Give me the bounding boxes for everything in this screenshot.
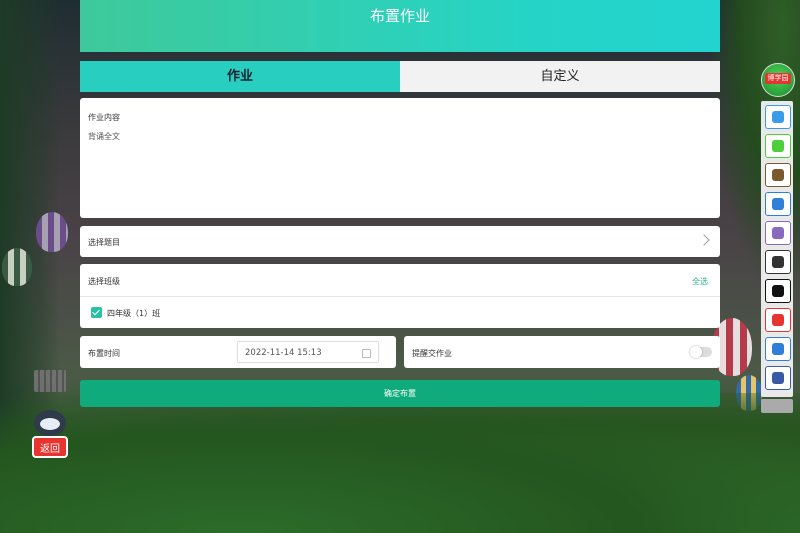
remind-toggle[interactable] [690,346,712,358]
toolbar-home-label: 博学园 [765,73,791,84]
select-topic-row[interactable]: 选择题目 [80,226,720,257]
tab-bar: 作业 自定义 [80,61,720,92]
bo-logo-icon-glyph [772,314,784,326]
chevron-right-icon [698,234,710,246]
tab-custom[interactable]: 自定义 [400,61,720,92]
class-name[interactable]: 四年级（1）班 [107,308,160,319]
balloon-decoration [36,212,68,252]
page-header: 布置作业 [80,0,720,52]
toolbar-drag-handle[interactable] [761,399,793,413]
remind-label: 提醒交作业 [412,349,452,358]
gear-icon-glyph [772,372,784,384]
film-icon[interactable] [765,221,791,245]
select-class-card: 选择班级 全选 四年级（1）班 [80,264,720,328]
homework-content-card[interactable]: 作业内容 背诵全文 [80,98,720,218]
select-all-link[interactable]: 全选 [692,276,708,287]
microphone-icon[interactable] [765,250,791,274]
film-icon-glyph [772,227,784,239]
content-label: 作业内容 [88,113,120,122]
keyboard-icon[interactable] [765,337,791,361]
toolbar-home-button[interactable]: 博学园 [761,63,795,97]
blackboard-icon[interactable] [765,163,791,187]
keyboard-icon[interactable] [34,370,66,392]
background-hills [0,393,800,533]
raccoon-mascot-icon [34,410,66,436]
assign-time-label: 布置时间 [88,349,120,358]
content-text[interactable]: 背诵全文 [88,131,120,142]
divider [80,296,720,297]
record-icon-glyph [772,285,784,297]
gear-icon[interactable] [765,366,791,390]
class-checkbox[interactable] [91,307,102,318]
back-label: 返回 [40,444,60,455]
balloon-decoration [2,248,32,286]
toolbar-tools [761,101,793,397]
confirm-assign-button[interactable]: 确定布置 [80,380,720,407]
back-button[interactable]: 返回 [28,410,72,458]
microphone-icon-glyph [772,256,784,268]
date-time-picker[interactable]: 2022-11-14 15:13 [237,341,379,363]
pen-icon[interactable] [765,134,791,158]
remind-row: 提醒交作业 [404,336,720,368]
bo-logo-icon[interactable] [765,308,791,332]
cloud-download-icon-glyph [772,111,784,123]
cloud-download-icon[interactable] [765,105,791,129]
page-title: 布置作业 [369,7,430,25]
keyboard-icon-glyph [772,343,784,355]
select-class-label: 选择班级 [88,277,120,286]
assign-time-row: 布置时间 2022-11-14 15:13 [80,336,396,368]
scissors-icon[interactable] [765,192,791,216]
assign-homework-panel: 布置作业 作业 自定义 作业内容 背诵全文 选择题目 选择班级 全选 四年级（1… [80,0,720,407]
tab-homework[interactable]: 作业 [80,61,400,92]
calendar-icon [362,349,371,358]
pen-icon-glyph [772,140,784,152]
record-icon[interactable] [765,279,791,303]
date-time-value: 2022-11-14 15:13 [245,348,322,358]
select-topic-label: 选择题目 [88,238,120,247]
scissors-icon-glyph [772,198,784,210]
side-toolbar: 博学园 [761,63,795,413]
blackboard-icon-glyph [772,169,784,181]
